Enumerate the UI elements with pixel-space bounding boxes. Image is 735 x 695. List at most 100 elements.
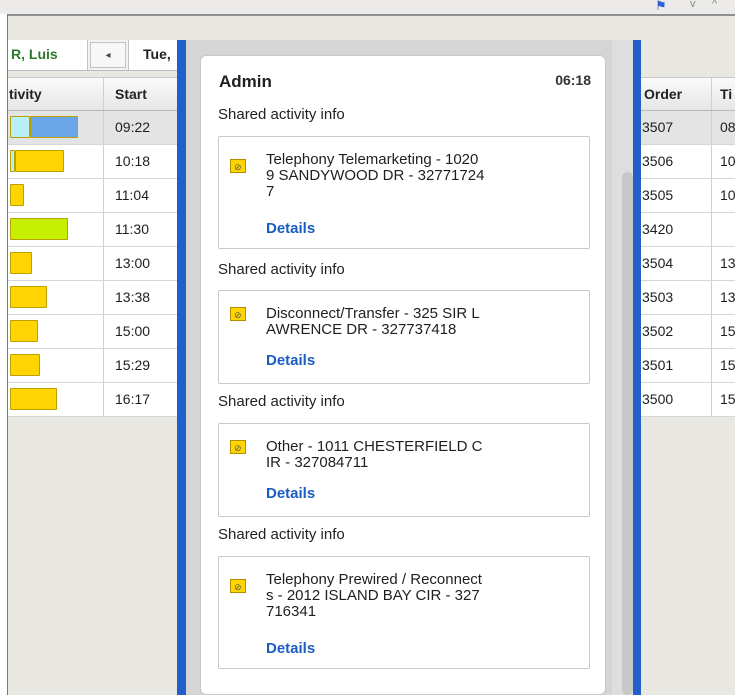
activity-bar[interactable] <box>10 252 32 274</box>
popup-time: 06:18 <box>555 72 591 88</box>
paperclip-icon: ⊘ <box>234 310 242 320</box>
activity-icon: ⊘ <box>230 307 246 321</box>
order-time: 13 <box>720 255 735 271</box>
activity-bar[interactable] <box>30 116 78 138</box>
section-heading: Shared activity info <box>218 106 345 123</box>
table-header: tivity Start <box>8 77 186 111</box>
table-row[interactable]: 3507 08 <box>640 111 735 145</box>
previous-day-button[interactable]: ◂ <box>90 42 126 68</box>
activity-bar[interactable] <box>15 150 64 172</box>
section-heading: Shared activity info <box>218 526 345 543</box>
popup-title: Admin <box>219 72 272 91</box>
popup-border-left <box>177 40 186 695</box>
activity-icon: ⊘ <box>230 579 246 593</box>
activity-bar[interactable] <box>10 218 68 240</box>
order-number: 3502 <box>642 323 674 339</box>
start-time: 10:18 <box>115 153 151 169</box>
table-row[interactable]: 3506 10 <box>640 145 735 179</box>
start-time: 15:29 <box>115 357 151 373</box>
paperclip-icon: ⊘ <box>234 162 242 172</box>
order-number: 3504 <box>642 255 674 271</box>
popup-border-right <box>633 40 641 695</box>
order-number: 3505 <box>642 187 674 203</box>
table-row[interactable]: 13:38 <box>8 281 186 315</box>
column-activity[interactable]: tivity <box>9 78 101 111</box>
table-row[interactable]: 11:30 <box>8 213 186 247</box>
activity-bar[interactable] <box>10 388 57 410</box>
activity-description: Telephony Telemarketing - 1020 9 SANDYWO… <box>266 151 485 200</box>
activity-bar[interactable] <box>10 184 24 206</box>
activity-bar[interactable] <box>10 354 40 376</box>
activity-popup: Admin 06:18 Shared activity info ⊘ Telepho… <box>200 55 606 695</box>
order-time: 15 <box>720 357 735 373</box>
order-number: 3507 <box>642 119 674 135</box>
order-number: 3506 <box>642 153 674 169</box>
start-time: 13:00 <box>115 255 151 271</box>
order-number: 3503 <box>642 289 674 305</box>
table-row[interactable]: 3420 <box>640 213 735 247</box>
activity-bar[interactable] <box>10 286 47 308</box>
column-start[interactable]: Start <box>115 78 185 111</box>
start-time: 16:17 <box>115 391 151 407</box>
table-row[interactable]: 10:18 <box>8 145 186 179</box>
activity-description: Telephony Prewired / Reconnect s - 2012 … <box>266 571 482 620</box>
order-number: 3501 <box>642 357 674 373</box>
table-row[interactable]: 15:00 <box>8 315 186 349</box>
order-time: 13 <box>720 289 735 305</box>
resource-tabs: R, Luis ◂ Tue, <box>8 40 188 71</box>
paperclip-icon: ⊘ <box>234 443 242 453</box>
table-row[interactable]: 09:22 <box>8 111 186 145</box>
scrollbar-thumb[interactable] <box>622 172 633 695</box>
details-link[interactable]: Details <box>266 640 315 657</box>
column-time[interactable]: Ti <box>720 78 735 111</box>
start-time: 09:22 <box>115 119 151 135</box>
activity-icon: ⊘ <box>230 159 246 173</box>
activity-bar[interactable] <box>10 320 38 342</box>
order-time <box>720 213 735 246</box>
details-link[interactable]: Details <box>266 220 315 237</box>
activity-description: Other - 1011 CHESTERFIELD C IR - 3270847… <box>266 438 483 471</box>
browser-top-bar: ⚑ v ^ <box>0 0 735 14</box>
activity-card: ⊘ Disconnect/Transfer - 325 SIR L AWRENCE… <box>218 290 590 384</box>
order-time: 08 <box>720 119 735 135</box>
start-time: 11:04 <box>115 187 149 203</box>
table-row[interactable]: 3501 15 <box>640 349 735 383</box>
start-time: 15:00 <box>115 323 151 339</box>
section-heading: Shared activity info <box>218 261 345 278</box>
table-row[interactable]: 3503 13 <box>640 281 735 315</box>
order-time: 15 <box>720 391 735 407</box>
table-row[interactable]: 3502 15 <box>640 315 735 349</box>
activity-card: ⊘ Telephony Telemarketing - 1020 9 SANDYW… <box>218 136 590 249</box>
start-time: 13:38 <box>115 289 151 305</box>
activity-card: ⊘ Other - 1011 CHESTERFIELD C IR - 327084… <box>218 423 590 517</box>
table-row[interactable]: 3505 10 <box>640 179 735 213</box>
activity-bar[interactable] <box>10 116 30 138</box>
bookmark-icon[interactable]: ⚑ <box>655 0 667 12</box>
table-row[interactable]: 15:29 <box>8 349 186 383</box>
table-row[interactable]: 11:04 <box>8 179 186 213</box>
table-row[interactable]: 3504 13 <box>640 247 735 281</box>
activity-card: ⊘ Telephony Prewired / Reconnect s - 2012… <box>218 556 590 669</box>
window-frame-left <box>0 14 8 695</box>
column-order[interactable]: Order <box>644 78 702 111</box>
paperclip-icon: ⊘ <box>234 582 242 592</box>
tab-resource[interactable]: R, Luis <box>8 40 88 70</box>
table-row[interactable]: 3500 15 <box>640 383 735 417</box>
table-header-right: Order Ti <box>640 77 735 111</box>
table-row[interactable]: 13:00 <box>8 247 186 281</box>
details-link[interactable]: Details <box>266 485 315 502</box>
order-time: 15 <box>720 323 735 339</box>
details-link[interactable]: Details <box>266 352 315 369</box>
activity-description: Disconnect/Transfer - 325 SIR L AWRENCE … <box>266 305 480 338</box>
activity-icon: ⊘ <box>230 440 246 454</box>
start-time: 11:30 <box>115 221 149 237</box>
table-row[interactable]: 16:17 <box>8 383 186 417</box>
order-time: 10 <box>720 187 735 203</box>
order-time: 10 <box>720 153 735 169</box>
chevron-up-icon[interactable]: ^ <box>712 0 724 10</box>
chevron-down-icon[interactable]: v <box>690 0 702 10</box>
window-frame-top <box>0 14 735 16</box>
section-heading: Shared activity info <box>218 393 345 410</box>
order-number: 3500 <box>642 391 674 407</box>
order-number: 3420 <box>642 221 674 237</box>
